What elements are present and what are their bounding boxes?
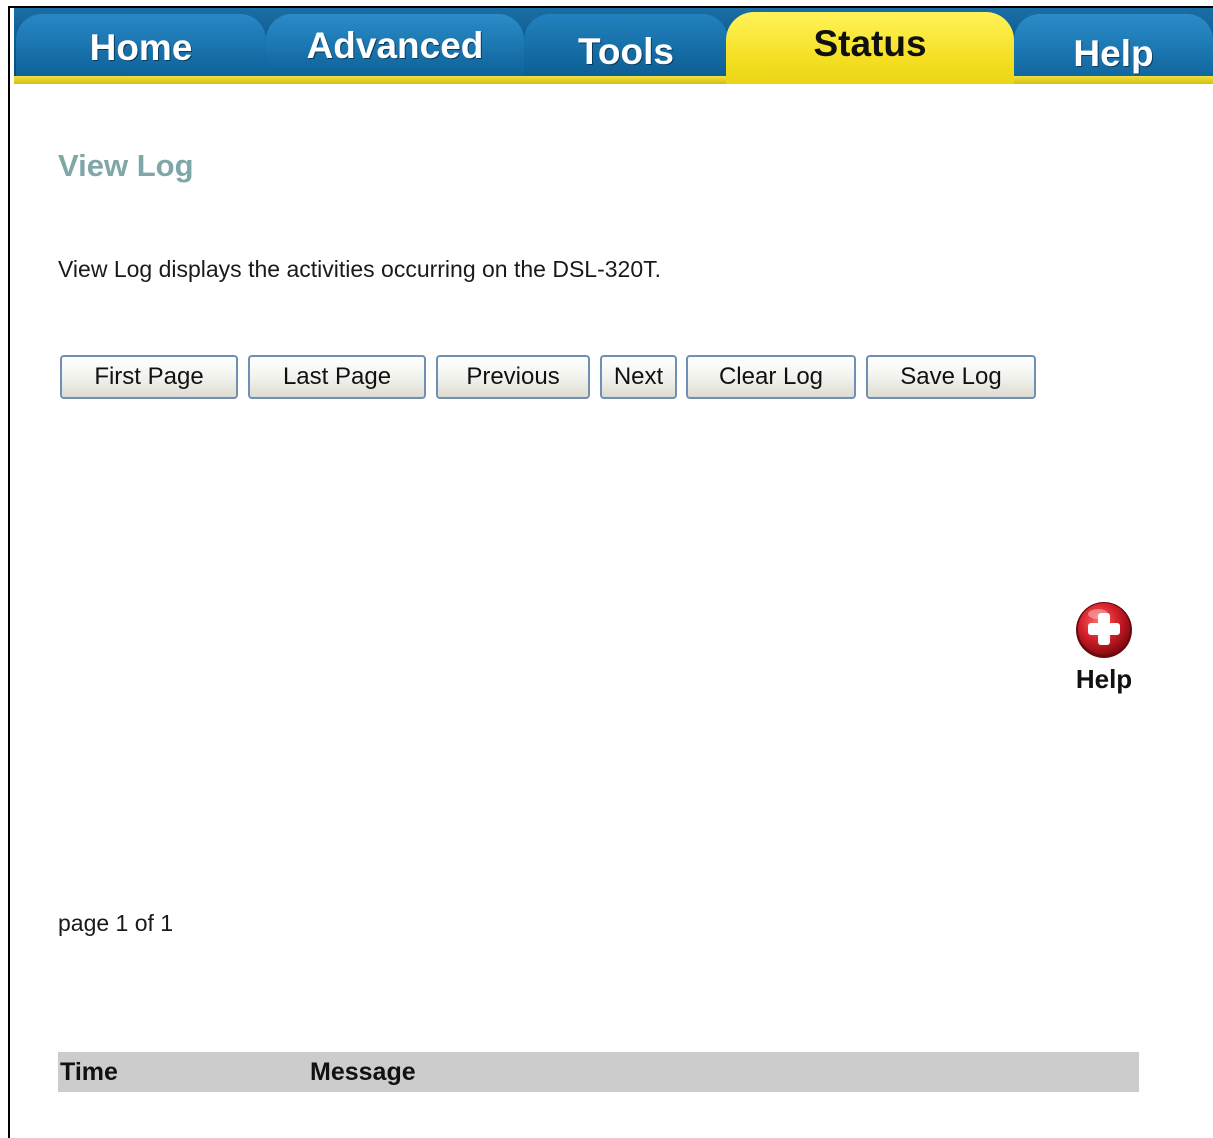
tab-help[interactable]: Help	[1014, 14, 1213, 84]
log-table: Time Message	[58, 1052, 1139, 1092]
column-header-message: Message	[310, 1052, 1139, 1092]
plus-circle-icon	[1076, 602, 1132, 658]
log-table-header-row: Time Message	[58, 1052, 1139, 1092]
tab-advanced[interactable]: Advanced	[266, 14, 524, 78]
first-page-button[interactable]: First Page	[60, 355, 238, 399]
help-label: Help	[1075, 664, 1133, 694]
column-header-time: Time	[58, 1052, 310, 1092]
tab-tools[interactable]: Tools	[524, 14, 728, 84]
last-page-button[interactable]: Last Page	[248, 355, 426, 399]
next-button[interactable]: Next	[600, 355, 677, 399]
top-nav-bar: Home Advanced Tools Help Status	[14, 8, 1213, 84]
page-indicator: page 1 of 1	[58, 910, 174, 936]
help-widget[interactable]: Help	[1062, 600, 1146, 695]
clear-log-button[interactable]: Clear Log	[686, 355, 856, 399]
tab-home[interactable]: Home	[16, 14, 266, 80]
page-description: View Log displays the activities occurri…	[58, 256, 662, 282]
tab-bar-underline	[14, 76, 1213, 84]
previous-button[interactable]: Previous	[436, 355, 590, 399]
page-title: View Log	[58, 148, 194, 183]
tab-status[interactable]: Status	[726, 12, 1014, 84]
save-log-button[interactable]: Save Log	[866, 355, 1036, 399]
